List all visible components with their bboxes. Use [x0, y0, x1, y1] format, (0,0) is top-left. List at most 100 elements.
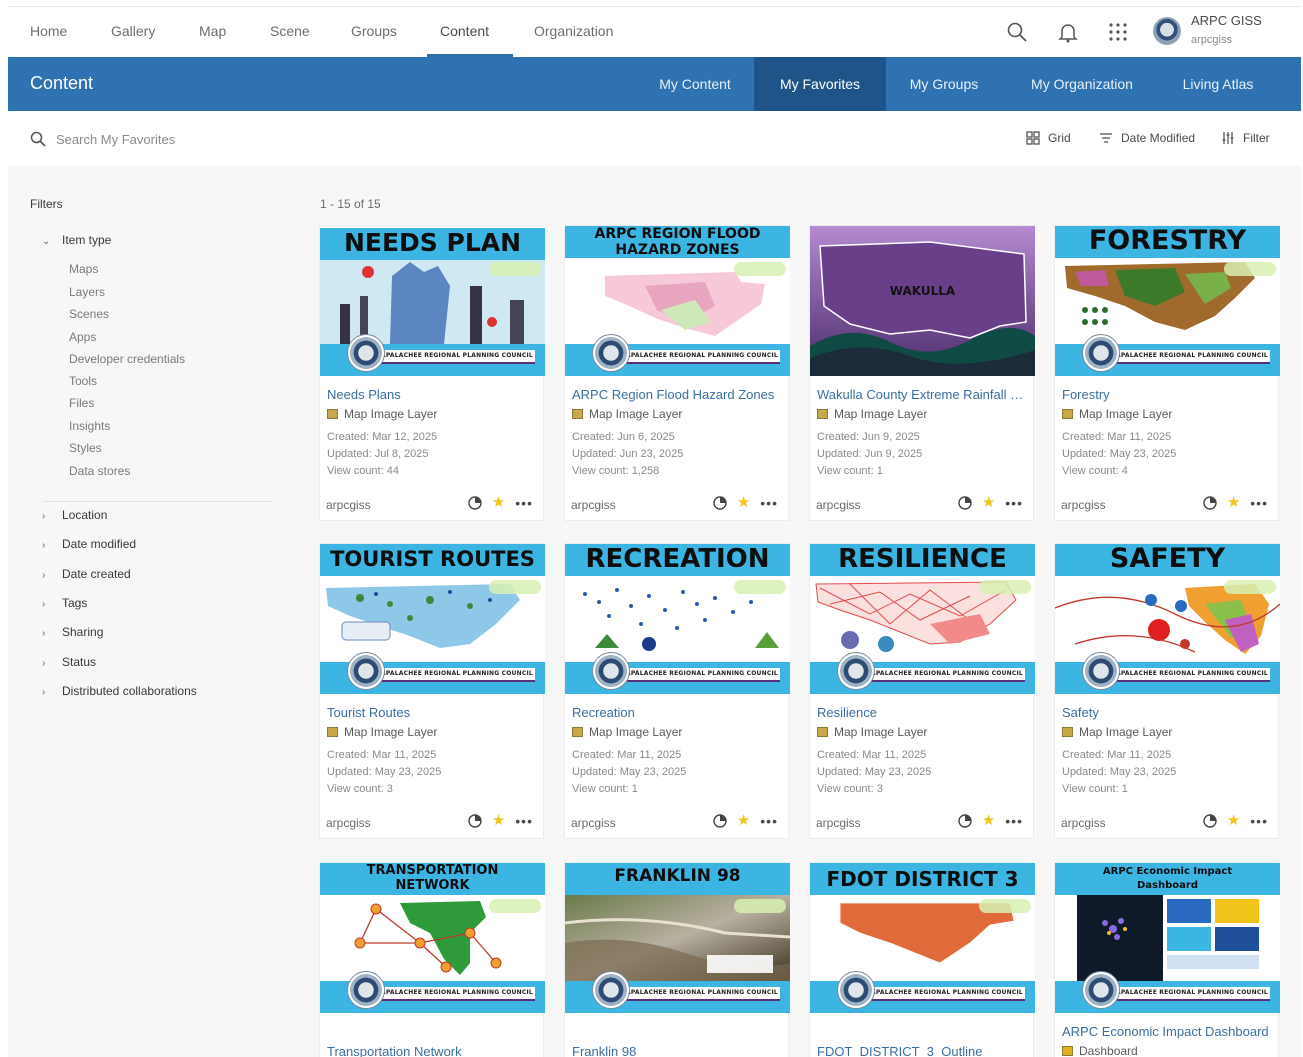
star-icon[interactable]: ★ [1227, 495, 1240, 510]
app-launcher-icon[interactable] [1107, 21, 1129, 43]
avatar[interactable] [1153, 17, 1181, 45]
filter-item-type-toggle[interactable]: ⌄ Item type [42, 233, 111, 247]
item-thumbnail[interactable]: NEEDS PLAN APALACHEE REGIONAL PLANNING C… [320, 226, 545, 376]
star-icon[interactable]: ★ [492, 495, 505, 510]
more-icon[interactable]: ••• [515, 814, 533, 828]
item-thumbnail[interactable]: TRANSPORTATION NETWORK APALACHEE REGIONA… [320, 863, 545, 1013]
search-input[interactable] [56, 126, 356, 152]
sharing-icon[interactable] [1203, 496, 1217, 510]
filter-type-maps[interactable]: Maps [69, 262, 98, 276]
sharing-icon[interactable] [468, 496, 482, 510]
item-thumbnail[interactable]: FORESTRY APALACHEE REGIONAL PLANNING COU… [1055, 226, 1280, 376]
item-owner[interactable]: arpcgiss [571, 816, 616, 830]
sharing-icon[interactable] [713, 814, 727, 828]
item-card[interactable]: FDOT DISTRICT 3 APALACHEE REGIONAL PLANN… [809, 862, 1035, 1057]
sharing-icon[interactable] [958, 496, 972, 510]
item-card[interactable]: ARPC REGION FLOOD HAZARD ZONES APALACHEE… [564, 225, 790, 521]
item-title[interactable]: Franklin 98 [572, 1044, 782, 1057]
filter-type-developer-credentials[interactable]: Developer credentials [69, 352, 185, 366]
filter-type-apps[interactable]: Apps [69, 330, 96, 344]
item-title[interactable]: FDOT_DISTRICT_3_Outline [817, 1044, 1027, 1057]
item-owner[interactable]: arpcgiss [326, 498, 371, 512]
filter-type-files[interactable]: Files [69, 396, 94, 410]
sharing-icon[interactable] [468, 814, 482, 828]
item-title[interactable]: Needs Plans [327, 387, 537, 402]
item-title[interactable]: Forestry [1062, 387, 1272, 402]
sharing-icon[interactable] [1203, 814, 1217, 828]
filter-location[interactable]: › Location [42, 508, 107, 522]
nav-groups[interactable]: Groups [351, 23, 397, 39]
tab-my-groups[interactable]: My Groups [894, 57, 994, 111]
filter-tags[interactable]: › Tags [42, 596, 87, 610]
item-thumbnail[interactable]: RESILIENCE APALACHEE REGIONAL PLANNING C… [810, 544, 1035, 694]
item-thumbnail[interactable]: TOURIST ROUTES APALACHEE REGIONAL PLANNI… [320, 544, 545, 694]
item-card[interactable]: TRANSPORTATION NETWORK APALACHEE REGIONA… [319, 862, 545, 1057]
tab-living-atlas[interactable]: Living Atlas [1168, 57, 1268, 111]
item-card[interactable]: SAFETY APALACHEE REGIONAL PLANNING COUNC… [1054, 543, 1280, 839]
item-owner[interactable]: arpcgiss [816, 816, 861, 830]
more-icon[interactable]: ••• [1005, 496, 1023, 510]
star-icon[interactable]: ★ [1227, 813, 1240, 828]
tab-my-favorites[interactable]: My Favorites [754, 57, 886, 111]
grid-view-button[interactable]: Grid [1026, 131, 1071, 145]
item-owner[interactable]: arpcgiss [816, 498, 861, 512]
filter-status[interactable]: › Status [42, 655, 96, 669]
more-icon[interactable]: ••• [760, 496, 778, 510]
filter-type-styles[interactable]: Styles [69, 441, 102, 455]
nav-content[interactable]: Content [440, 23, 489, 39]
filter-button[interactable]: Filter [1221, 131, 1270, 145]
star-icon[interactable]: ★ [737, 495, 750, 510]
sort-button[interactable]: Date Modified [1099, 131, 1195, 145]
item-thumbnail[interactable]: SAFETY APALACHEE REGIONAL PLANNING COUNC… [1055, 544, 1280, 694]
nav-home[interactable]: Home [30, 23, 67, 39]
bell-icon[interactable] [1057, 21, 1079, 43]
more-icon[interactable]: ••• [1005, 814, 1023, 828]
item-card[interactable]: ARPC Economic Impact Dashboard APALACHEE… [1054, 862, 1280, 1057]
star-icon[interactable]: ★ [492, 813, 505, 828]
item-card[interactable]: FORESTRY APALACHEE REGIONAL PLANNING COU… [1054, 225, 1280, 521]
item-title[interactable]: Transportation Network [327, 1044, 537, 1057]
item-owner[interactable]: arpcgiss [571, 498, 616, 512]
item-card[interactable]: FRANKLIN 98 APALACHEE REGIONAL PLANNING … [564, 862, 790, 1057]
item-thumbnail[interactable]: ARPC Economic Impact Dashboard APALACHEE… [1055, 863, 1280, 1013]
star-icon[interactable]: ★ [737, 813, 750, 828]
filter-date-created[interactable]: › Date created [42, 567, 131, 581]
item-title[interactable]: Safety [1062, 705, 1272, 720]
filter-type-data-stores[interactable]: Data stores [69, 464, 130, 478]
tab-my-content[interactable]: My Content [644, 57, 746, 111]
item-card[interactable]: RECREATION APALACHEE REGIONAL PLANNING C… [564, 543, 790, 839]
search-icon[interactable] [1006, 21, 1028, 43]
filter-distributed-collaborations[interactable]: › Distributed collaborations [42, 684, 197, 698]
nav-map[interactable]: Map [199, 23, 226, 39]
item-card[interactable]: TOURIST ROUTES APALACHEE REGIONAL PLANNI… [319, 543, 545, 839]
nav-scene[interactable]: Scene [270, 23, 310, 39]
nav-gallery[interactable]: Gallery [111, 23, 155, 39]
item-card[interactable]: NEEDS PLAN APALACHEE REGIONAL PLANNING C… [319, 225, 545, 521]
item-card[interactable]: WAKULLA Wakulla County Extreme Rainfall … [809, 225, 1035, 521]
item-thumbnail[interactable]: RECREATION APALACHEE REGIONAL PLANNING C… [565, 544, 790, 694]
more-icon[interactable]: ••• [760, 814, 778, 828]
filter-date-modified[interactable]: › Date modified [42, 537, 136, 551]
item-title[interactable]: Wakulla County Extreme Rainfall Event [817, 387, 1027, 402]
filter-type-insights[interactable]: Insights [69, 419, 110, 433]
item-title[interactable]: ARPC Economic Impact Dashboard [1062, 1024, 1272, 1039]
more-icon[interactable]: ••• [1250, 496, 1268, 510]
item-card[interactable]: RESILIENCE APALACHEE REGIONAL PLANNING C… [809, 543, 1035, 839]
item-owner[interactable]: arpcgiss [326, 816, 371, 830]
item-thumbnail[interactable]: ARPC REGION FLOOD HAZARD ZONES APALACHEE… [565, 226, 790, 376]
more-icon[interactable]: ••• [515, 496, 533, 510]
tab-my-organization[interactable]: My Organization [1012, 57, 1152, 111]
item-title[interactable]: Tourist Routes [327, 705, 537, 720]
user-name[interactable]: ARPC GISS [1191, 13, 1262, 28]
sharing-icon[interactable] [713, 496, 727, 510]
filter-type-tools[interactable]: Tools [69, 374, 97, 388]
star-icon[interactable]: ★ [982, 813, 995, 828]
nav-organization[interactable]: Organization [534, 23, 613, 39]
filter-type-scenes[interactable]: Scenes [69, 307, 109, 321]
item-thumbnail[interactable]: WAKULLA [810, 226, 1035, 376]
item-thumbnail[interactable]: FRANKLIN 98 APALACHEE REGIONAL PLANNING … [565, 863, 790, 1013]
filter-sharing[interactable]: › Sharing [42, 625, 103, 639]
filter-type-layers[interactable]: Layers [69, 285, 105, 299]
item-owner[interactable]: arpcgiss [1061, 498, 1106, 512]
star-icon[interactable]: ★ [982, 495, 995, 510]
